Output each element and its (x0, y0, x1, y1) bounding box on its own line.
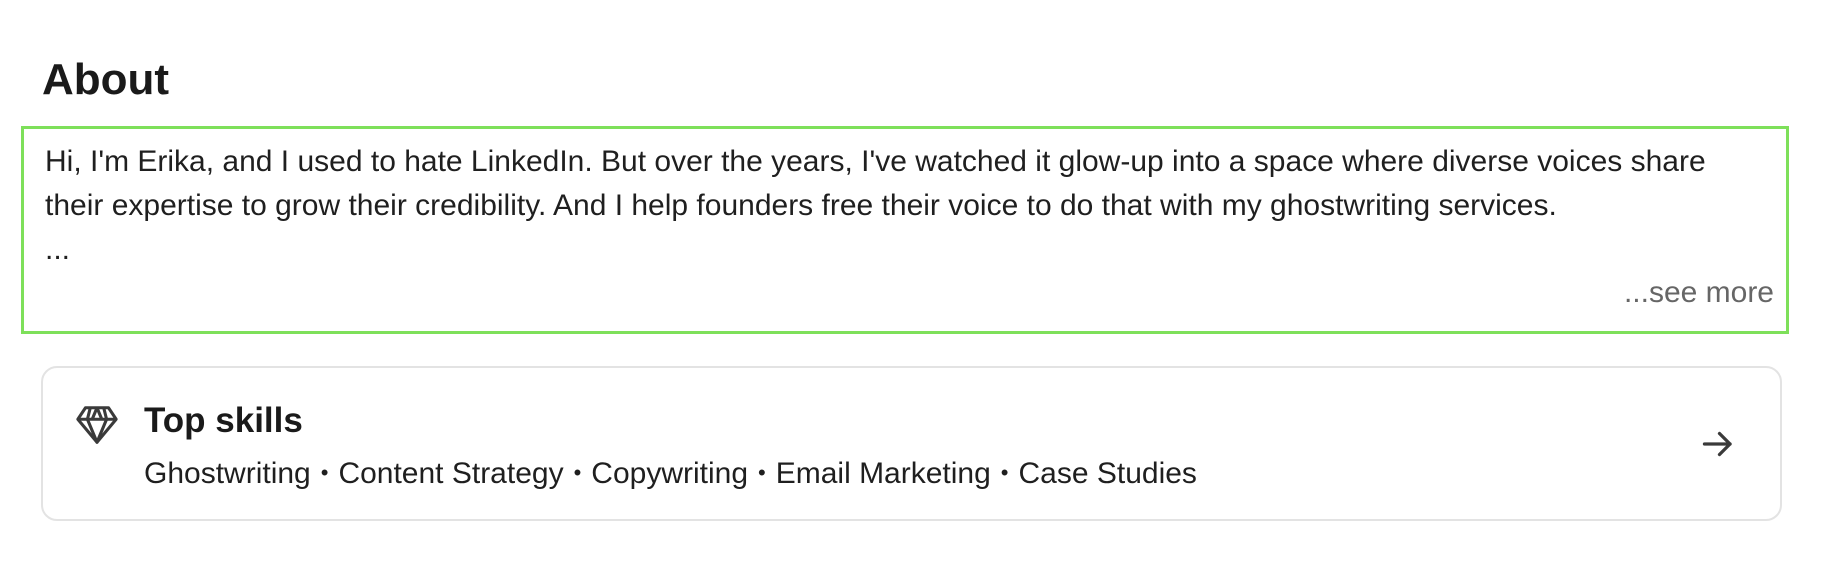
skill-item: Content Strategy (338, 457, 564, 490)
top-skills-list: Ghostwriting • Content Strategy • Copywritin… (144, 452, 1197, 495)
skill-separator: • (573, 460, 582, 485)
top-skills-title: Top skills (144, 401, 303, 440)
arrow-right-icon[interactable] (1700, 426, 1736, 462)
about-heading: About (42, 55, 170, 104)
skill-item: Case Studies (1018, 457, 1197, 490)
see-more-button[interactable]: ...see more (1624, 271, 1774, 315)
about-section: About Hi, I'm Erika, and I used to hate … (0, 0, 1830, 563)
skill-item: Copywriting (591, 457, 749, 490)
about-ellipsis: ... (45, 233, 71, 266)
about-description-box: Hi, I'm Erika, and I used to hate Linked… (21, 126, 1789, 334)
skill-separator: • (1000, 460, 1009, 485)
about-text: Hi, I'm Erika, and I used to hate Linked… (45, 145, 1706, 222)
skill-separator: • (320, 460, 329, 485)
skill-item: Email Marketing (775, 457, 991, 490)
top-skills-card[interactable]: Top skills Ghostwriting • Content Strategy… (41, 366, 1782, 521)
skill-separator: • (758, 460, 766, 485)
skill-item: Ghostwriting (144, 457, 311, 490)
diamond-icon (76, 406, 118, 444)
